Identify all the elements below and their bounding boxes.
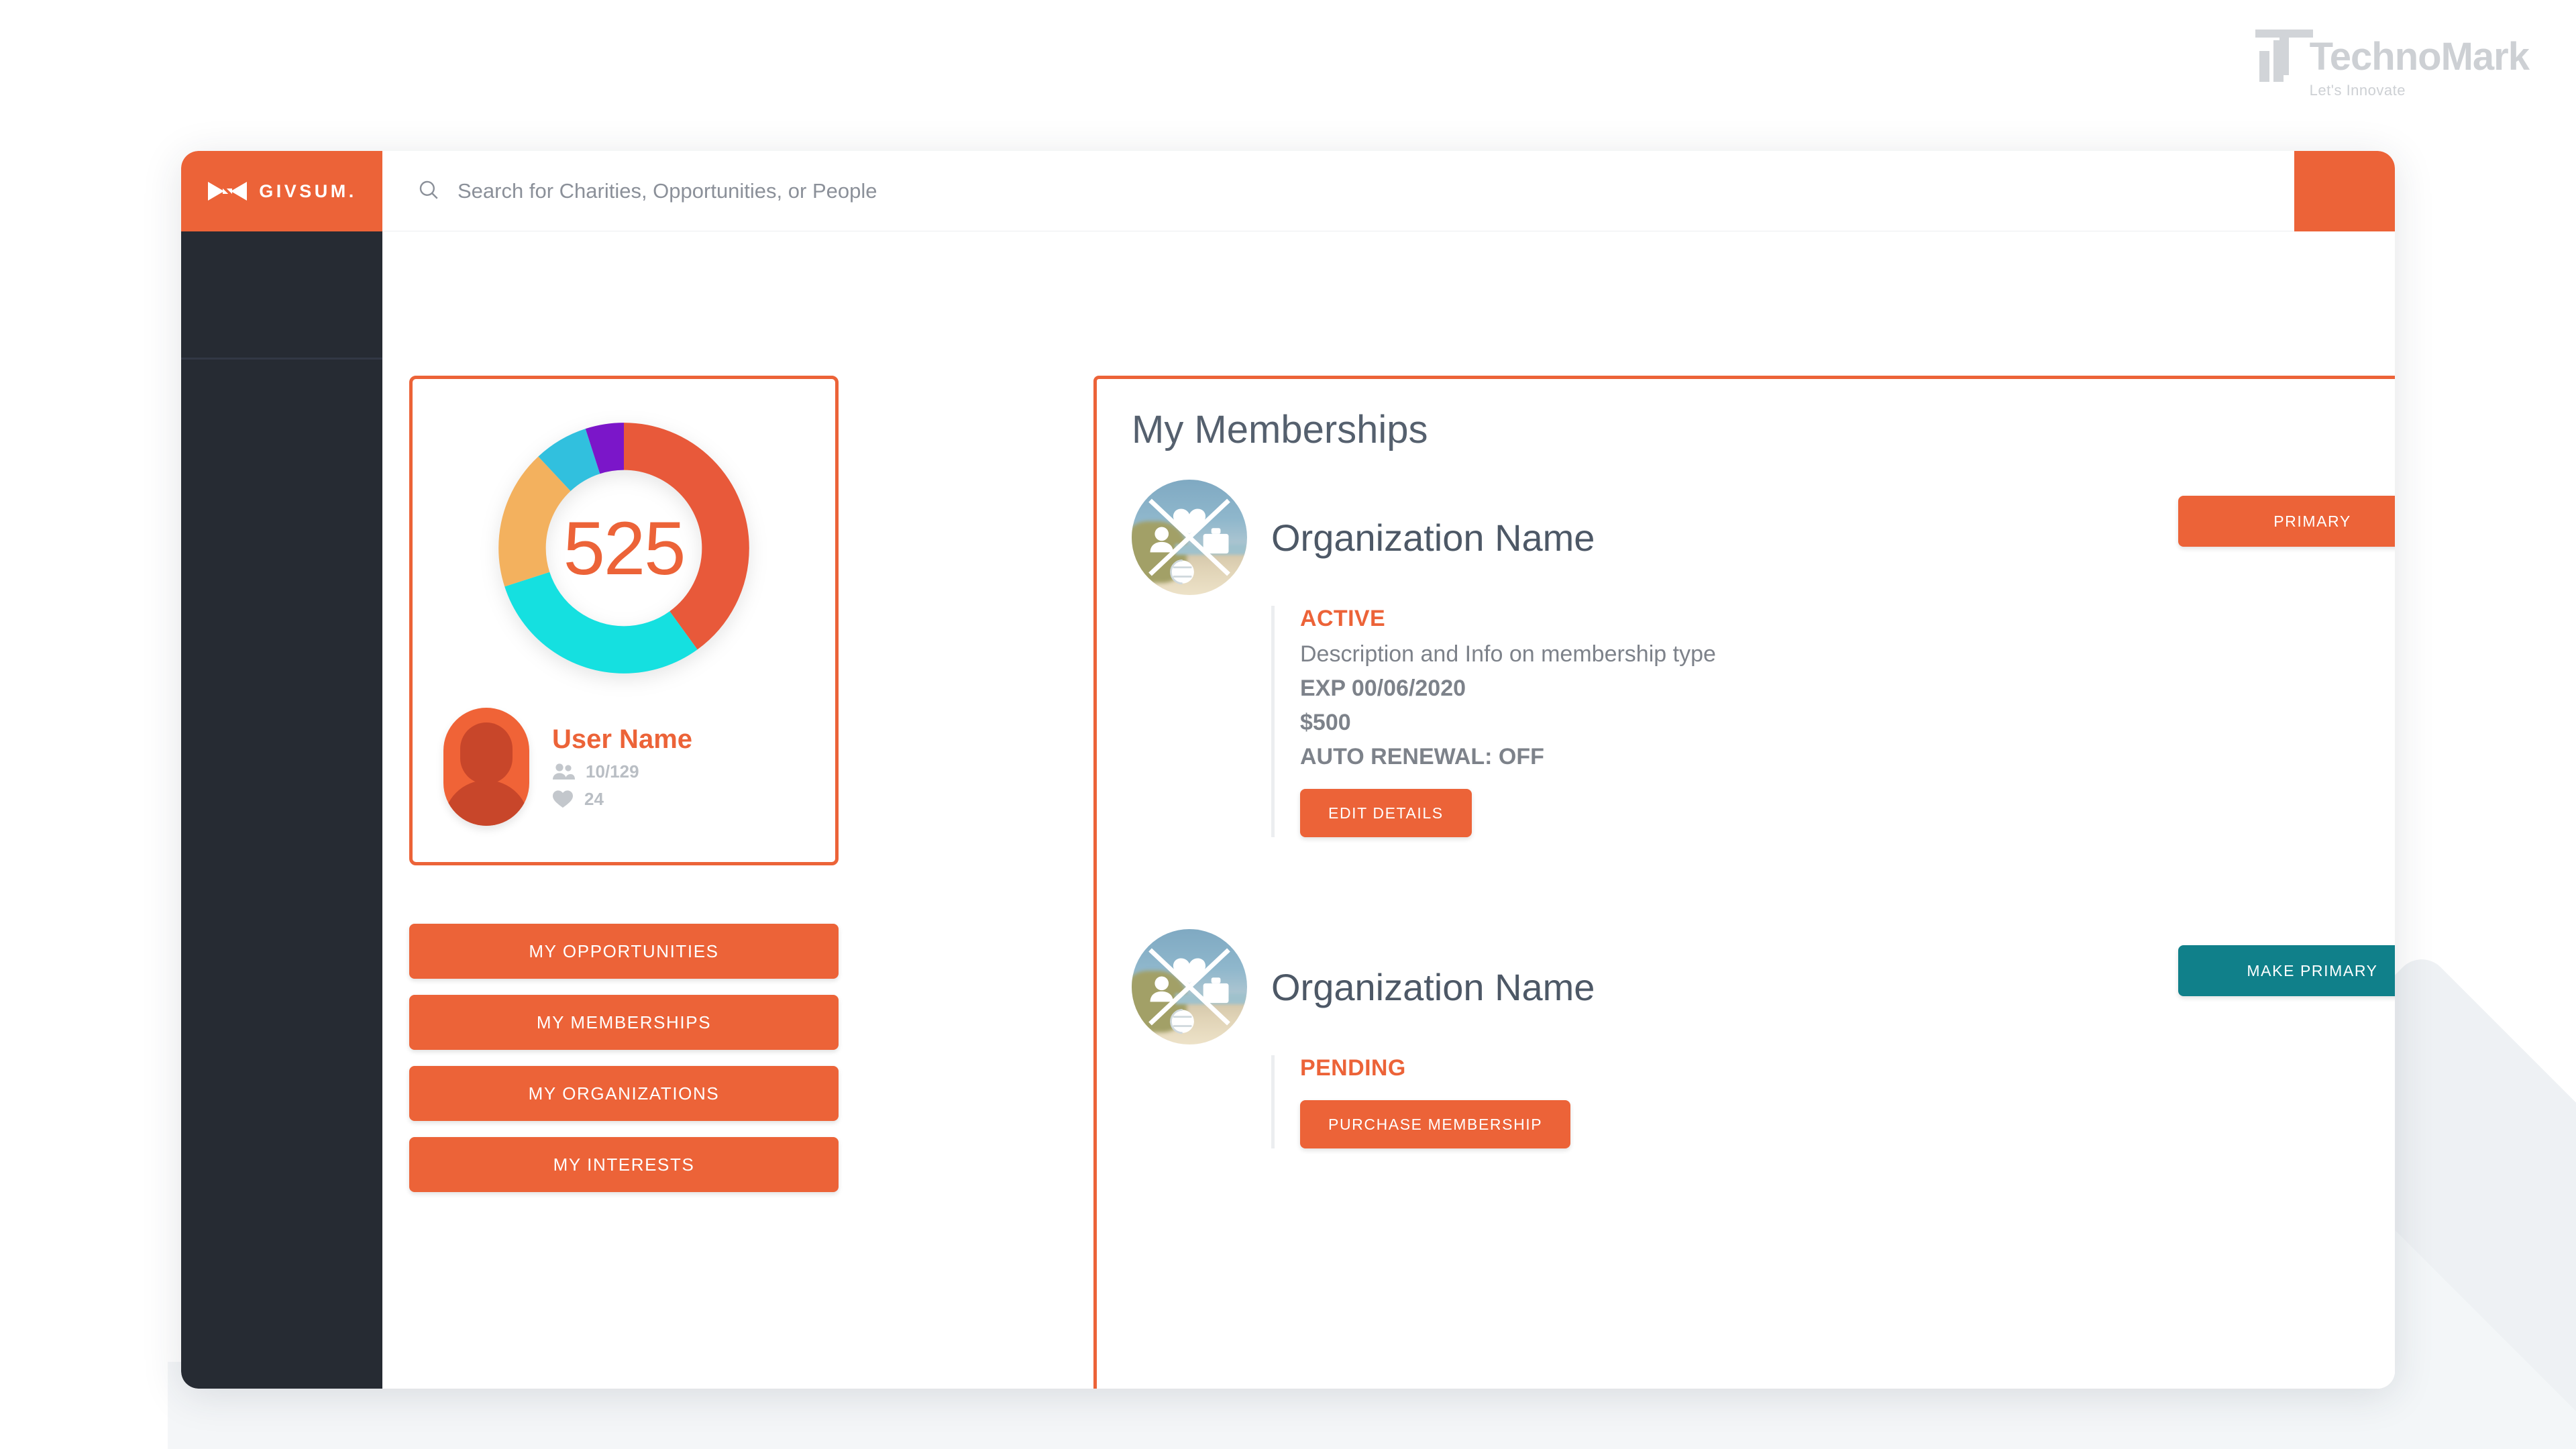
membership-row: Organization Name PRIMARY ACTIVE Descrip… <box>1132 480 2395 837</box>
profile-card: 525 User Name 10/129 24 <box>409 376 839 865</box>
sidebar-item-my-memberships[interactable]: MY MEMBERSHIPS <box>409 995 839 1050</box>
connections-value: 10/129 <box>586 761 639 782</box>
impact-donut-chart: 525 <box>490 414 758 682</box>
watermark-name: TechnoMark <box>2309 35 2530 78</box>
profile-summary: User Name 10/129 24 <box>443 708 692 826</box>
sidebar-item-my-organizations[interactable]: MY ORGANIZATIONS <box>409 1066 839 1121</box>
membership-description: Description and Info on membership type <box>1300 641 1716 667</box>
my-memberships-panel: My Memberships Organization Name PRIMARY… <box>1093 376 2395 1389</box>
top-header-bar: GIVSUM. <box>181 151 2395 231</box>
membership-expiration: EXP 00/06/2020 <box>1300 676 1466 701</box>
avatar-overlay-icons <box>1148 948 1230 1034</box>
membership-auto-renewal: AUTO RENEWAL: OFF <box>1300 744 1544 769</box>
membership-price: $500 <box>1300 710 1351 735</box>
sidebar-item-my-interests[interactable]: MY INTERESTS <box>409 1137 839 1192</box>
sidebar-nav-list: MY OPPORTUNITIES MY MEMBERSHIPS MY ORGAN… <box>409 924 839 1192</box>
membership-details: ACTIVE Description and Info on membershi… <box>1271 606 2395 837</box>
membership-row: Organization Name MAKE PRIMARY PENDING P… <box>1132 929 2395 1148</box>
sidebar-item-my-opportunities[interactable]: MY OPPORTUNITIES <box>409 924 839 979</box>
likes-stat: 24 <box>552 789 692 810</box>
profile-meta: User Name 10/129 24 <box>552 724 692 810</box>
likes-value: 24 <box>584 788 604 809</box>
search-bar[interactable] <box>382 151 2294 231</box>
organization-name: Organization Name <box>1271 516 1595 559</box>
watermark-tagline: Let's Innovate <box>2309 82 2406 99</box>
connections-stat: 10/129 <box>552 761 692 782</box>
technomark-watermark: TechnoMark Let's Innovate <box>2255 30 2530 99</box>
organization-name: Organization Name <box>1271 965 1595 1008</box>
purchase-membership-button[interactable]: PURCHASE MEMBERSHIP <box>1300 1100 1571 1148</box>
make-primary-button[interactable]: MAKE PRIMARY <box>2178 945 2395 996</box>
letter-t-mark <box>2255 30 2313 75</box>
status-badge: ACTIVE <box>1300 606 1386 631</box>
donut-center-value: 525 <box>563 506 686 590</box>
heart-icon <box>552 790 574 808</box>
organization-avatar[interactable] <box>1132 929 1247 1044</box>
header-action-block[interactable] <box>2294 151 2395 231</box>
search-icon <box>417 178 440 205</box>
organization-avatar[interactable] <box>1132 480 1247 595</box>
bowtie-logo-icon <box>207 178 248 205</box>
screen: TechnoMark Let's Innovate GIVSUM. Search… <box>0 0 2576 1449</box>
membership-details: PENDING PURCHASE MEMBERSHIP <box>1271 1055 2395 1148</box>
user-avatar[interactable] <box>443 708 529 826</box>
givsum-logo[interactable]: GIVSUM. <box>181 151 382 231</box>
search-input[interactable] <box>458 179 1397 203</box>
page-title: My Memberships <box>1132 408 1428 451</box>
status-badge: PENDING <box>1300 1055 1406 1081</box>
bar-chart-icon <box>2255 30 2313 82</box>
people-icon <box>552 763 575 780</box>
brand-wordmark: GIVSUM. <box>259 180 357 201</box>
avatar-body-shape <box>443 780 529 826</box>
edit-details-button[interactable]: EDIT DETAILS <box>1300 789 1472 837</box>
avatar-head-shape <box>460 722 513 784</box>
primary-badge-button[interactable]: PRIMARY <box>2178 496 2395 547</box>
app-window: GIVSUM. Search for Charities, Opportunit… <box>181 151 2395 1389</box>
user-name: User Name <box>552 724 693 754</box>
rail-divider <box>181 358 382 360</box>
avatar-overlay-icons <box>1148 498 1230 585</box>
watermark-text: TechnoMark Let's Innovate <box>2309 35 2530 99</box>
left-navigation-rail <box>181 231 382 1389</box>
